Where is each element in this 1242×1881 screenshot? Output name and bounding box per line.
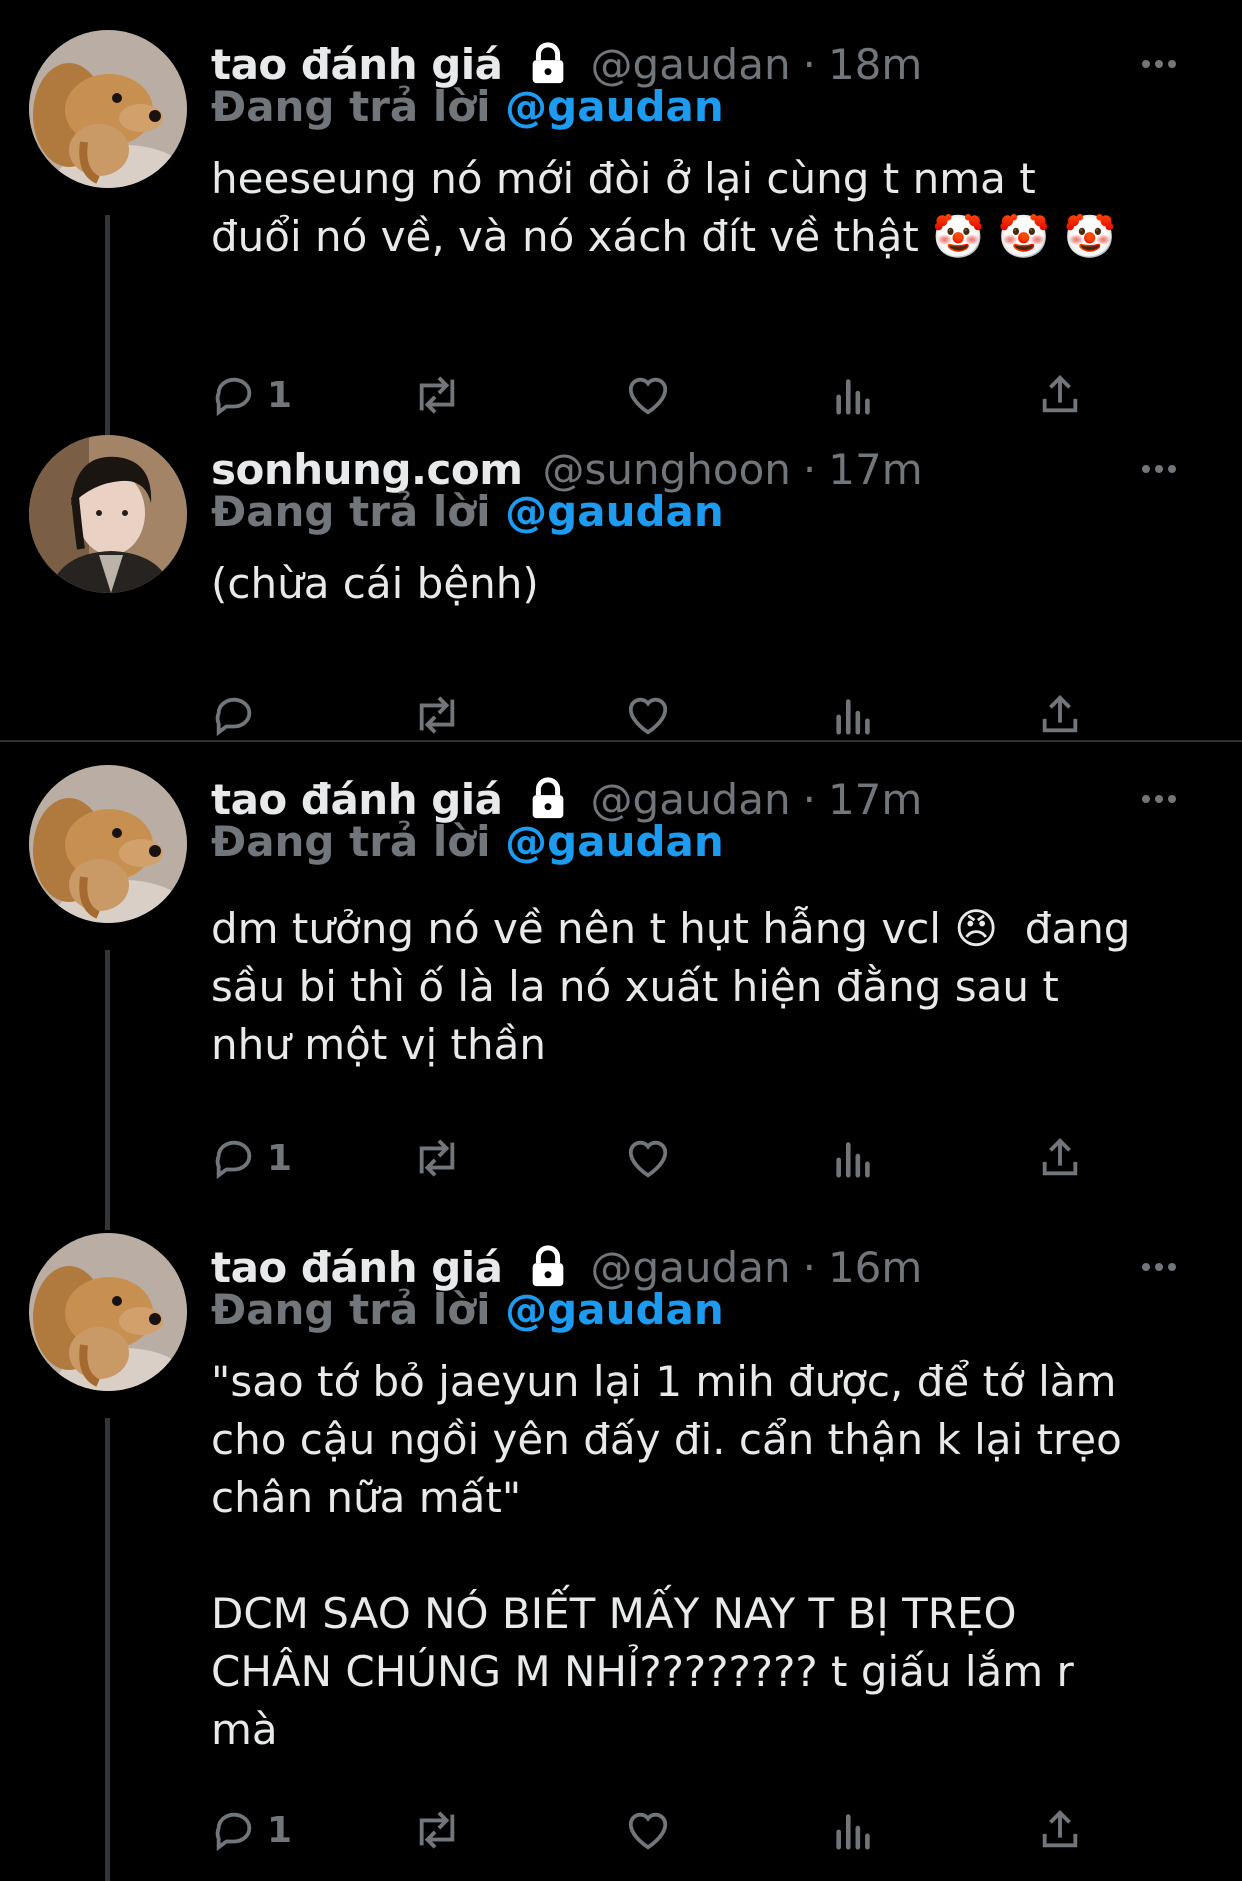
reply-icon	[211, 692, 257, 738]
reply-button[interactable]: 1	[211, 1133, 292, 1183]
share-icon	[1037, 372, 1083, 418]
lock-icon	[525, 1244, 571, 1290]
timestamp[interactable]: 16m	[828, 1243, 922, 1292]
retweet-icon	[411, 1807, 463, 1853]
share-button[interactable]	[1037, 1133, 1083, 1183]
tweet-text: (chừa cái bệnh)	[211, 559, 539, 608]
tweet-text: heeseung nó mới đòi ở lại cùng t nma t đ…	[211, 154, 1116, 261]
retweet-button[interactable]	[411, 1133, 463, 1183]
retweet-button[interactable]	[411, 370, 463, 420]
like-icon	[625, 372, 671, 418]
views-button[interactable]	[831, 1805, 877, 1855]
tweet-actions: 1	[211, 1805, 1091, 1855]
reply-count: 1	[267, 1809, 293, 1851]
reply-thread-feed: tao đánh giá @gaudan · 18m Đang trả lời @gau…	[0, 0, 1242, 1881]
separator-dot: ·	[802, 774, 816, 824]
reply-count: 1	[267, 1137, 293, 1179]
thread-line	[105, 950, 110, 1230]
avatar[interactable]	[29, 765, 187, 923]
like-icon	[625, 1135, 671, 1181]
like-icon	[625, 1807, 671, 1853]
replying-to-label: Đang trả lời	[211, 82, 491, 131]
views-button[interactable]	[831, 690, 877, 740]
retweet-icon	[411, 372, 463, 418]
replying-to-label: Đang trả lời	[211, 1285, 491, 1334]
reply-count: 1	[267, 374, 293, 416]
mention-link[interactable]: @gaudan	[505, 1285, 724, 1334]
replying-to: Đang trả lời @gaudan	[211, 1285, 724, 1334]
views-button[interactable]	[831, 1133, 877, 1183]
views-button[interactable]	[831, 370, 877, 420]
retweet-icon	[411, 1135, 463, 1181]
views-icon	[831, 372, 877, 418]
tweet[interactable]: tao đánh giá @gaudan · 18m Đang trả lời @gau…	[0, 30, 1242, 470]
retweet-button[interactable]	[411, 1805, 463, 1855]
retweet-icon	[411, 692, 463, 738]
like-button[interactable]	[625, 1133, 671, 1183]
thread-line	[105, 1418, 110, 1881]
tweet[interactable]: tao đánh giá @gaudan · 17m Đang trả lời @gau…	[0, 765, 1242, 1230]
share-button[interactable]	[1037, 690, 1083, 740]
like-button[interactable]	[625, 370, 671, 420]
avatar[interactable]	[29, 30, 187, 188]
mention-link[interactable]: @gaudan	[505, 817, 724, 866]
share-button[interactable]	[1037, 1805, 1083, 1855]
separator-dot: ·	[802, 1242, 816, 1292]
avatar[interactable]	[29, 435, 187, 593]
reply-icon	[211, 372, 257, 418]
replying-to-label: Đang trả lời	[211, 817, 491, 866]
views-icon	[831, 692, 877, 738]
avatar[interactable]	[29, 1233, 187, 1391]
timestamp[interactable]: 17m	[828, 775, 922, 824]
replying-to: Đang trả lời @gaudan	[211, 817, 724, 866]
like-button[interactable]	[625, 690, 671, 740]
reply-button[interactable]	[211, 690, 267, 740]
reply-button[interactable]: 1	[211, 1805, 292, 1855]
separator-dot: ·	[802, 39, 816, 89]
views-icon	[831, 1807, 877, 1853]
mention-link[interactable]: @gaudan	[505, 82, 724, 131]
more-icon[interactable]	[1142, 795, 1176, 803]
like-button[interactable]	[625, 1805, 671, 1855]
separator-dot: ·	[802, 444, 817, 494]
views-icon	[831, 1135, 877, 1181]
timestamp[interactable]: 17m	[828, 445, 922, 494]
lock-icon	[525, 776, 571, 822]
tweet-actions: 1	[211, 1133, 1091, 1183]
more-icon[interactable]	[1142, 60, 1176, 68]
more-icon[interactable]	[1142, 1263, 1176, 1271]
tweet-text: "sao tớ bỏ jaeyun lại 1 mih được, để tớ …	[211, 1357, 1122, 1754]
share-icon	[1037, 1807, 1083, 1853]
replying-to-label: Đang trả lời	[211, 487, 491, 536]
tweet-actions: 1	[211, 370, 1091, 420]
conversation-divider	[0, 740, 1242, 742]
tweet[interactable]: sonhung.com @sunghoon · 17m Đang trả lời @ga…	[0, 435, 1242, 750]
replying-to: Đang trả lời @gaudan	[211, 487, 724, 536]
like-icon	[625, 692, 671, 738]
share-icon	[1037, 1135, 1083, 1181]
more-icon[interactable]	[1142, 465, 1176, 473]
tweet-actions	[211, 690, 1091, 740]
timestamp[interactable]: 18m	[828, 40, 922, 89]
retweet-button[interactable]	[411, 690, 463, 740]
replying-to: Đang trả lời @gaudan	[211, 82, 724, 131]
thread-line	[105, 215, 110, 470]
reply-icon	[211, 1807, 257, 1853]
share-button[interactable]	[1037, 370, 1083, 420]
tweet[interactable]: tao đánh giá @gaudan · 16m Đang trả lời @gau…	[0, 1233, 1242, 1881]
mention-link[interactable]: @gaudan	[505, 487, 724, 536]
reply-button[interactable]: 1	[211, 370, 292, 420]
share-icon	[1037, 692, 1083, 738]
lock-icon	[525, 41, 571, 87]
tweet-text: dm tưởng nó về nên t hụt hẫng vcl 😠 đang…	[211, 904, 1131, 1069]
reply-icon	[211, 1135, 257, 1181]
